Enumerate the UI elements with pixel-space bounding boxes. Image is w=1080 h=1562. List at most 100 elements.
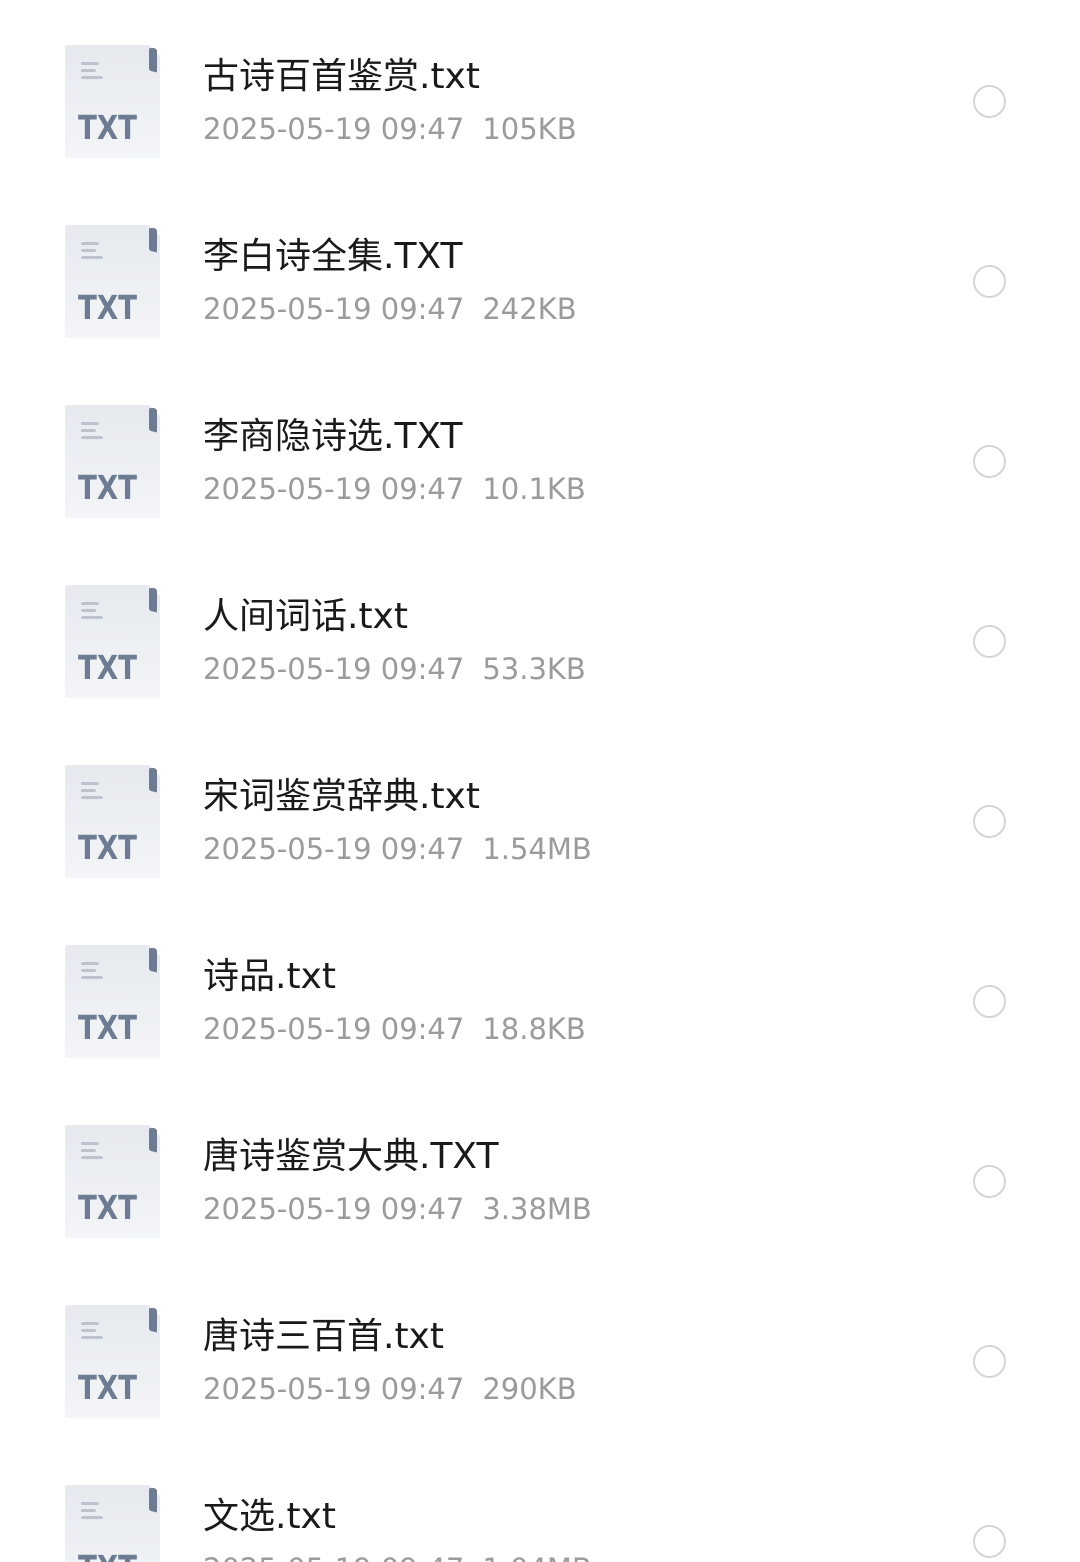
file-size: 10.1KB bbox=[482, 472, 586, 506]
file-row[interactable]: TXT 李白诗全集.TXT 2025-05-19 09:47 242KB bbox=[0, 180, 1080, 360]
txt-file-icon: TXT bbox=[65, 1305, 160, 1418]
document-tab bbox=[149, 1128, 157, 1153]
file-date: 2025-05-19 09:47 bbox=[203, 112, 465, 146]
file-name: 人间词话.txt bbox=[203, 596, 408, 637]
file-meta: 2025-05-19 09:47 290KB bbox=[203, 1368, 577, 1410]
document-line bbox=[81, 1509, 96, 1512]
document-line bbox=[81, 976, 103, 979]
document-tab bbox=[149, 228, 157, 253]
txt-file-icon: TXT bbox=[65, 1125, 160, 1238]
document-line bbox=[81, 962, 99, 965]
file-name: 诗品.txt bbox=[203, 956, 336, 997]
file-date: 2025-05-19 09:47 bbox=[203, 1372, 465, 1406]
document-line bbox=[81, 609, 96, 612]
file-size: 290KB bbox=[482, 1372, 577, 1406]
txt-file-icon: TXT bbox=[65, 765, 160, 878]
file-size: 3.38MB bbox=[482, 1192, 592, 1226]
document-line bbox=[81, 782, 99, 785]
document-line bbox=[81, 242, 99, 245]
file-date: 2025-05-19 09:47 bbox=[203, 1552, 464, 1562]
file-name: 宋词鉴赏辞典.txt bbox=[203, 776, 480, 817]
file-type-label: TXT bbox=[78, 1008, 137, 1047]
document-tab bbox=[149, 408, 157, 433]
txt-file-graphic: TXT bbox=[65, 765, 160, 878]
select-radio[interactable] bbox=[973, 625, 1006, 658]
file-name: 唐诗三百首.txt bbox=[203, 1316, 444, 1357]
txt-file-graphic: TXT bbox=[65, 225, 160, 338]
file-meta: 2025-05-19 09:47 18.8KB bbox=[203, 1008, 586, 1050]
document-tab bbox=[149, 588, 157, 613]
file-row[interactable]: TXT 人间词话.txt 2025-05-19 09:47 53.3KB bbox=[0, 540, 1080, 720]
document-line bbox=[81, 1502, 99, 1505]
file-date: 2025-05-19 09:47 bbox=[203, 472, 465, 506]
txt-file-graphic: TXT bbox=[65, 1305, 160, 1418]
document-line bbox=[81, 1516, 103, 1519]
file-meta: 2025-05-19 09:47 105KB bbox=[203, 108, 577, 150]
select-radio[interactable] bbox=[973, 805, 1006, 838]
file-name: 古诗百首鉴赏.txt bbox=[203, 56, 480, 97]
document-line bbox=[81, 1142, 99, 1145]
file-name: 李商隐诗选.TXT bbox=[203, 416, 463, 457]
document-line bbox=[81, 422, 99, 425]
document-line bbox=[81, 1156, 103, 1159]
document-tab bbox=[149, 1308, 157, 1333]
document-line bbox=[81, 69, 96, 72]
file-list: TXT 古诗百首鉴赏.txt 2025-05-19 09:47 105KB TXT… bbox=[0, 0, 1080, 1562]
file-meta: 2025-05-19 09:47 1.04MB bbox=[203, 1548, 592, 1562]
file-type-label: TXT bbox=[78, 288, 137, 327]
file-size: 53.3KB bbox=[482, 652, 586, 686]
txt-file-graphic: TXT bbox=[65, 1485, 160, 1562]
txt-file-icon: TXT bbox=[65, 1485, 160, 1562]
txt-file-icon: TXT bbox=[65, 225, 160, 338]
file-type-label: TXT bbox=[78, 468, 137, 507]
file-size: 105KB bbox=[482, 112, 577, 146]
file-type-label: TXT bbox=[78, 1368, 137, 1407]
txt-file-graphic: TXT bbox=[65, 1125, 160, 1238]
file-name: 唐诗鉴赏大典.TXT bbox=[203, 1136, 499, 1177]
file-row[interactable]: TXT 文选.txt 2025-05-19 09:47 1.04MB bbox=[0, 1440, 1080, 1562]
select-radio[interactable] bbox=[973, 1345, 1006, 1378]
document-tab bbox=[149, 1488, 157, 1513]
document-line bbox=[81, 1149, 96, 1152]
txt-file-icon: TXT bbox=[65, 585, 160, 698]
file-row[interactable]: TXT 李商隐诗选.TXT 2025-05-19 09:47 10.1KB bbox=[0, 360, 1080, 540]
file-meta: 2025-05-19 09:47 3.38MB bbox=[203, 1188, 592, 1230]
select-radio[interactable] bbox=[973, 985, 1006, 1018]
txt-file-icon: TXT bbox=[65, 945, 160, 1058]
document-line bbox=[81, 436, 103, 439]
file-type-label: TXT bbox=[78, 1188, 137, 1227]
file-size: 1.54MB bbox=[482, 832, 592, 866]
document-line bbox=[81, 796, 103, 799]
select-radio[interactable] bbox=[973, 1165, 1006, 1198]
document-line bbox=[81, 1336, 103, 1339]
document-line bbox=[81, 429, 96, 432]
file-size: 242KB bbox=[482, 292, 577, 326]
document-line bbox=[81, 789, 96, 792]
document-line bbox=[81, 1322, 99, 1325]
file-row[interactable]: TXT 宋词鉴赏辞典.txt 2025-05-19 09:47 1.54MB bbox=[0, 720, 1080, 900]
file-type-label: TXT bbox=[78, 1548, 137, 1562]
file-type-label: TXT bbox=[78, 108, 137, 147]
document-line bbox=[81, 249, 96, 252]
select-radio[interactable] bbox=[973, 445, 1006, 478]
file-row[interactable]: TXT 唐诗三百首.txt 2025-05-19 09:47 290KB bbox=[0, 1260, 1080, 1440]
file-type-label: TXT bbox=[78, 828, 137, 867]
file-row[interactable]: TXT 诗品.txt 2025-05-19 09:47 18.8KB bbox=[0, 900, 1080, 1080]
file-size: 1.04MB bbox=[482, 1552, 592, 1562]
document-line bbox=[81, 256, 103, 259]
file-meta: 2025-05-19 09:47 10.1KB bbox=[203, 468, 586, 510]
select-radio[interactable] bbox=[973, 1525, 1006, 1558]
document-line bbox=[81, 1329, 96, 1332]
file-date: 2025-05-19 09:47 bbox=[203, 652, 465, 686]
document-tab bbox=[149, 948, 157, 973]
file-row[interactable]: TXT 古诗百首鉴赏.txt 2025-05-19 09:47 105KB bbox=[0, 0, 1080, 180]
document-tab bbox=[149, 48, 157, 73]
file-name: 文选.txt bbox=[203, 1496, 336, 1537]
file-type-label: TXT bbox=[78, 648, 137, 687]
select-radio[interactable] bbox=[973, 265, 1006, 298]
file-row[interactable]: TXT 唐诗鉴赏大典.TXT 2025-05-19 09:47 3.38MB bbox=[0, 1080, 1080, 1260]
file-date: 2025-05-19 09:47 bbox=[203, 832, 465, 866]
document-line bbox=[81, 602, 99, 605]
select-radio[interactable] bbox=[973, 85, 1006, 118]
document-line bbox=[81, 969, 96, 972]
